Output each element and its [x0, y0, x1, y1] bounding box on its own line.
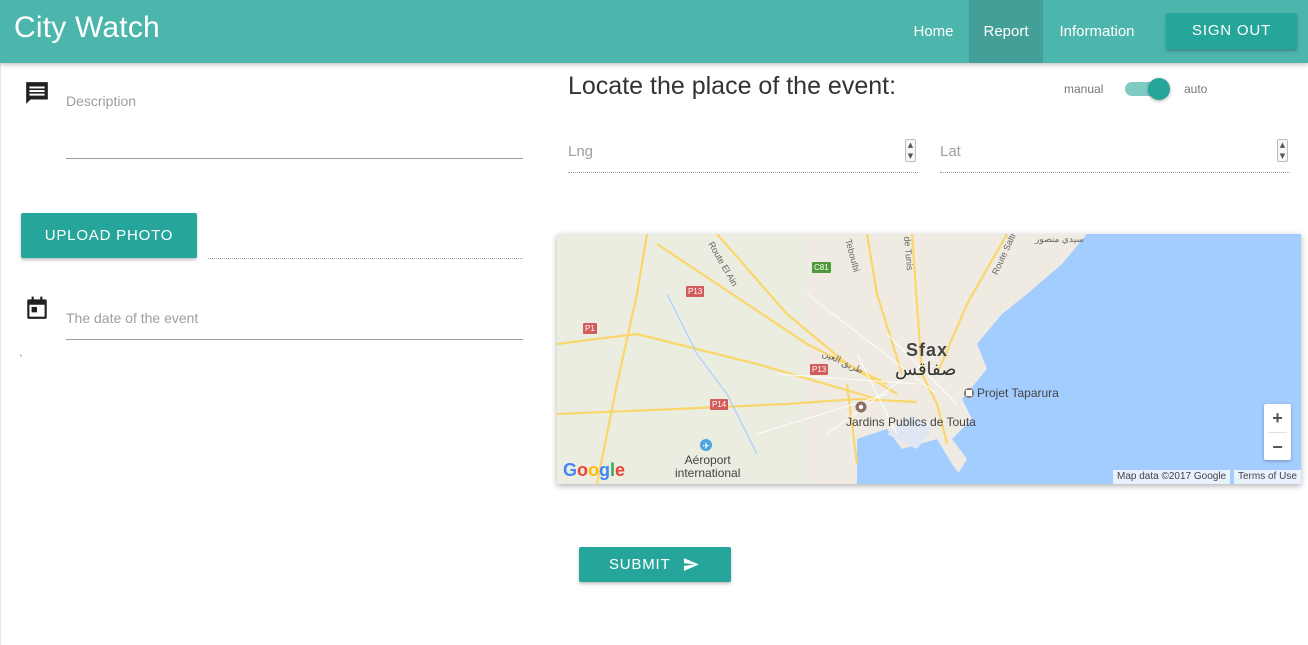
send-icon — [683, 558, 699, 571]
lng-spinner[interactable]: ▲ ▼ — [905, 139, 916, 162]
road-badge: C81 — [812, 262, 831, 273]
zoom-out-button[interactable]: − — [1264, 433, 1291, 461]
location-map[interactable]: ✈ Sfax صفاقس Projet Taparura Jardins Pub… — [557, 234, 1301, 484]
map-poi-taparura[interactable]: Projet Taparura — [977, 386, 1059, 400]
brand-title[interactable]: City Watch — [14, 11, 160, 45]
street-label: سيدي منصور — [1035, 234, 1084, 244]
submit-button[interactable]: SUBMIT — [579, 547, 731, 582]
page-edge — [0, 63, 1, 645]
road-badge: P13 — [686, 286, 705, 297]
lng-underline — [568, 172, 918, 173]
chevron-down-icon[interactable]: ▼ — [906, 151, 915, 162]
lat-input[interactable]: Lat — [940, 143, 961, 160]
google-logo: Google — [563, 460, 626, 480]
map-terms-link[interactable]: Terms of Use — [1234, 470, 1301, 484]
event-date-input[interactable]: The date of the event — [66, 310, 198, 326]
sign-out-button[interactable]: SIGN OUT — [1166, 13, 1297, 49]
description-underline — [66, 158, 523, 159]
stray-mark: ` — [19, 355, 24, 365]
event-date-underline — [66, 339, 523, 340]
switch-knob[interactable] — [1148, 78, 1170, 100]
lat-underline — [940, 172, 1290, 173]
airport-line-2: international — [675, 466, 741, 480]
comment-icon — [26, 82, 48, 104]
submit-label: SUBMIT — [609, 556, 671, 573]
map-city-arabic-label: صفاقس — [895, 359, 957, 379]
map-poi-jardins[interactable]: Jardins Publics de Touta — [846, 415, 976, 429]
map-city-label: Sfax — [906, 340, 949, 360]
map-airport-label[interactable]: Aéroport international — [675, 454, 740, 480]
toggle-label-manual: manual — [1064, 82, 1104, 96]
chevron-up-icon[interactable]: ▲ — [906, 140, 915, 151]
calendar-icon — [27, 296, 47, 319]
zoom-in-button[interactable]: + — [1264, 404, 1291, 432]
nav-home[interactable]: Home — [898, 0, 969, 63]
description-input[interactable]: Description — [66, 93, 136, 109]
locate-title: Locate the place of the event: — [568, 72, 897, 100]
road-badge: P14 — [710, 399, 729, 410]
lng-input[interactable]: Lng — [568, 143, 593, 160]
chevron-up-icon[interactable]: ▲ — [1278, 140, 1287, 151]
upload-photo-button[interactable]: UPLOAD PHOTO — [21, 213, 197, 258]
lat-spinner[interactable]: ▲ ▼ — [1277, 139, 1288, 162]
map-zoom-controls: + − — [1264, 404, 1291, 460]
map-attribution: Map data ©2017 Google — [1113, 470, 1231, 484]
road-badge: P1 — [583, 323, 597, 334]
nav-report[interactable]: Report — [969, 0, 1043, 63]
nav-information[interactable]: Information — [1043, 0, 1151, 63]
road-badge: P13 — [810, 364, 829, 375]
toggle-label-auto: auto — [1184, 82, 1208, 96]
upload-file-path-field[interactable] — [208, 258, 523, 259]
chevron-down-icon[interactable]: ▼ — [1278, 151, 1287, 162]
top-navbar: City Watch Home Report Information SIGN … — [0, 0, 1308, 63]
svg-text:✈: ✈ — [702, 442, 710, 452]
